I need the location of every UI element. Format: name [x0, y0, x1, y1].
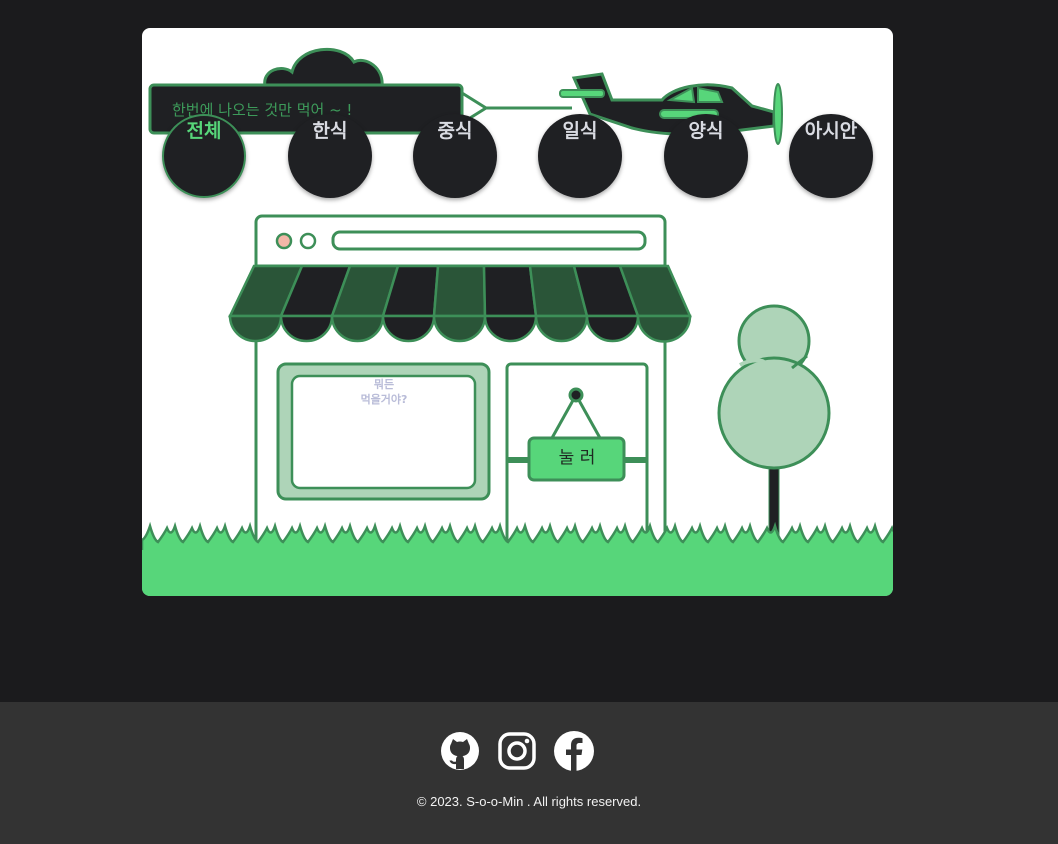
awning: [228, 264, 692, 343]
facebook-link[interactable]: [553, 730, 595, 772]
category-western[interactable]: 양식: [664, 114, 748, 198]
category-asian[interactable]: 아시안: [789, 114, 873, 198]
press-sign-button[interactable]: 눌 러: [530, 438, 624, 478]
category-korean[interactable]: 한식: [288, 114, 372, 198]
cloud: [263, 47, 384, 88]
instagram-link[interactable]: [496, 730, 538, 772]
footer: © 2023. S-o-o-Min . All rights reserved.: [0, 702, 1058, 844]
category-chinese[interactable]: 중식: [413, 114, 497, 198]
category-label: 일식: [562, 120, 598, 142]
window-text-line2: 먹을거야?: [360, 393, 408, 406]
github-link[interactable]: [439, 730, 481, 772]
category-label: 양식: [688, 120, 724, 142]
window-text-line1: 뭐든: [373, 378, 395, 391]
facebook-icon: [554, 731, 594, 771]
category-label: 아시안: [804, 120, 858, 142]
category-label: 전체: [186, 120, 222, 142]
copyright-text: © 2023. S-o-o-Min . All rights reserved.: [416, 794, 642, 809]
instagram-icon: [498, 732, 536, 770]
category-label: 중식: [437, 120, 473, 142]
tree: [717, 304, 831, 549]
main-card: 한번에 나오는 것만 먹어 ~ ! 전체 한식 중식 일식 양식 아시안 뭐든 …: [142, 28, 893, 596]
github-icon: [441, 732, 479, 770]
category-japanese[interactable]: 일식: [538, 114, 622, 198]
window-text: 뭐든 먹을거야?: [292, 377, 476, 407]
grass: [142, 521, 893, 596]
category-all[interactable]: 전체: [162, 114, 246, 198]
category-label: 한식: [312, 120, 348, 142]
